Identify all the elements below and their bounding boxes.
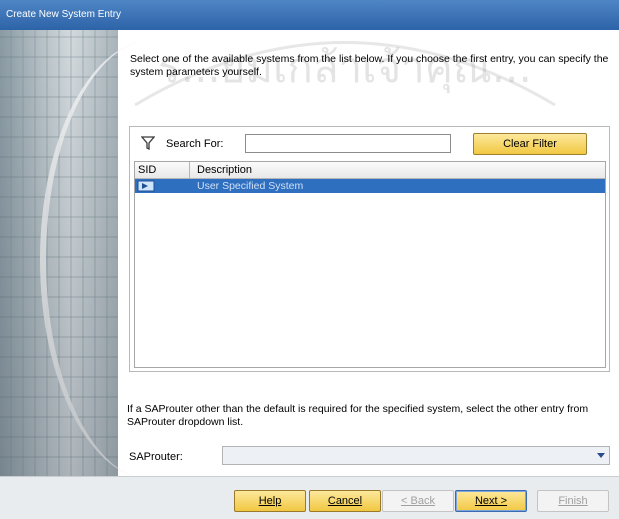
search-label: Search For: [166,138,224,150]
system-list[interactable]: SID Description User Specified System [134,161,606,368]
cancel-button[interactable]: Cancel [309,490,381,512]
filter-icon [141,136,155,150]
search-input[interactable] [245,134,451,153]
saprouter-label: SAProuter: [129,451,183,463]
finish-button[interactable]: Finish [537,490,609,512]
column-header-sid[interactable]: SID [138,164,156,176]
back-button[interactable]: < Back [382,490,454,512]
search-row: Search For: Clear Filter [138,133,600,157]
table-row[interactable]: User Specified System [135,179,605,193]
wizard-side-image [0,30,118,480]
chevron-down-icon[interactable] [597,453,605,458]
side-image-shade [0,30,118,476]
title-bar: Create New System Entry [0,0,619,30]
window-title: Create New System Entry [6,9,122,20]
clear-filter-button[interactable]: Clear Filter [473,133,587,155]
saprouter-note: If a SAProuter other than the default is… [127,403,589,428]
instruction-text: Select one of the available systems from… [130,53,609,78]
column-header-description[interactable]: Description [197,164,252,176]
row-description: User Specified System [197,180,304,192]
saprouter-dropdown[interactable] [222,446,610,465]
grid-header: SID Description [135,162,605,179]
help-button[interactable]: Help [234,490,306,512]
wizard-footer: Help Cancel < Back Next > Finish [0,476,619,519]
system-list-group: Search For: Clear Filter SID Description… [129,126,610,372]
column-separator [189,162,190,178]
next-button[interactable]: Next > [455,490,527,512]
user-specified-system-icon [137,180,155,192]
